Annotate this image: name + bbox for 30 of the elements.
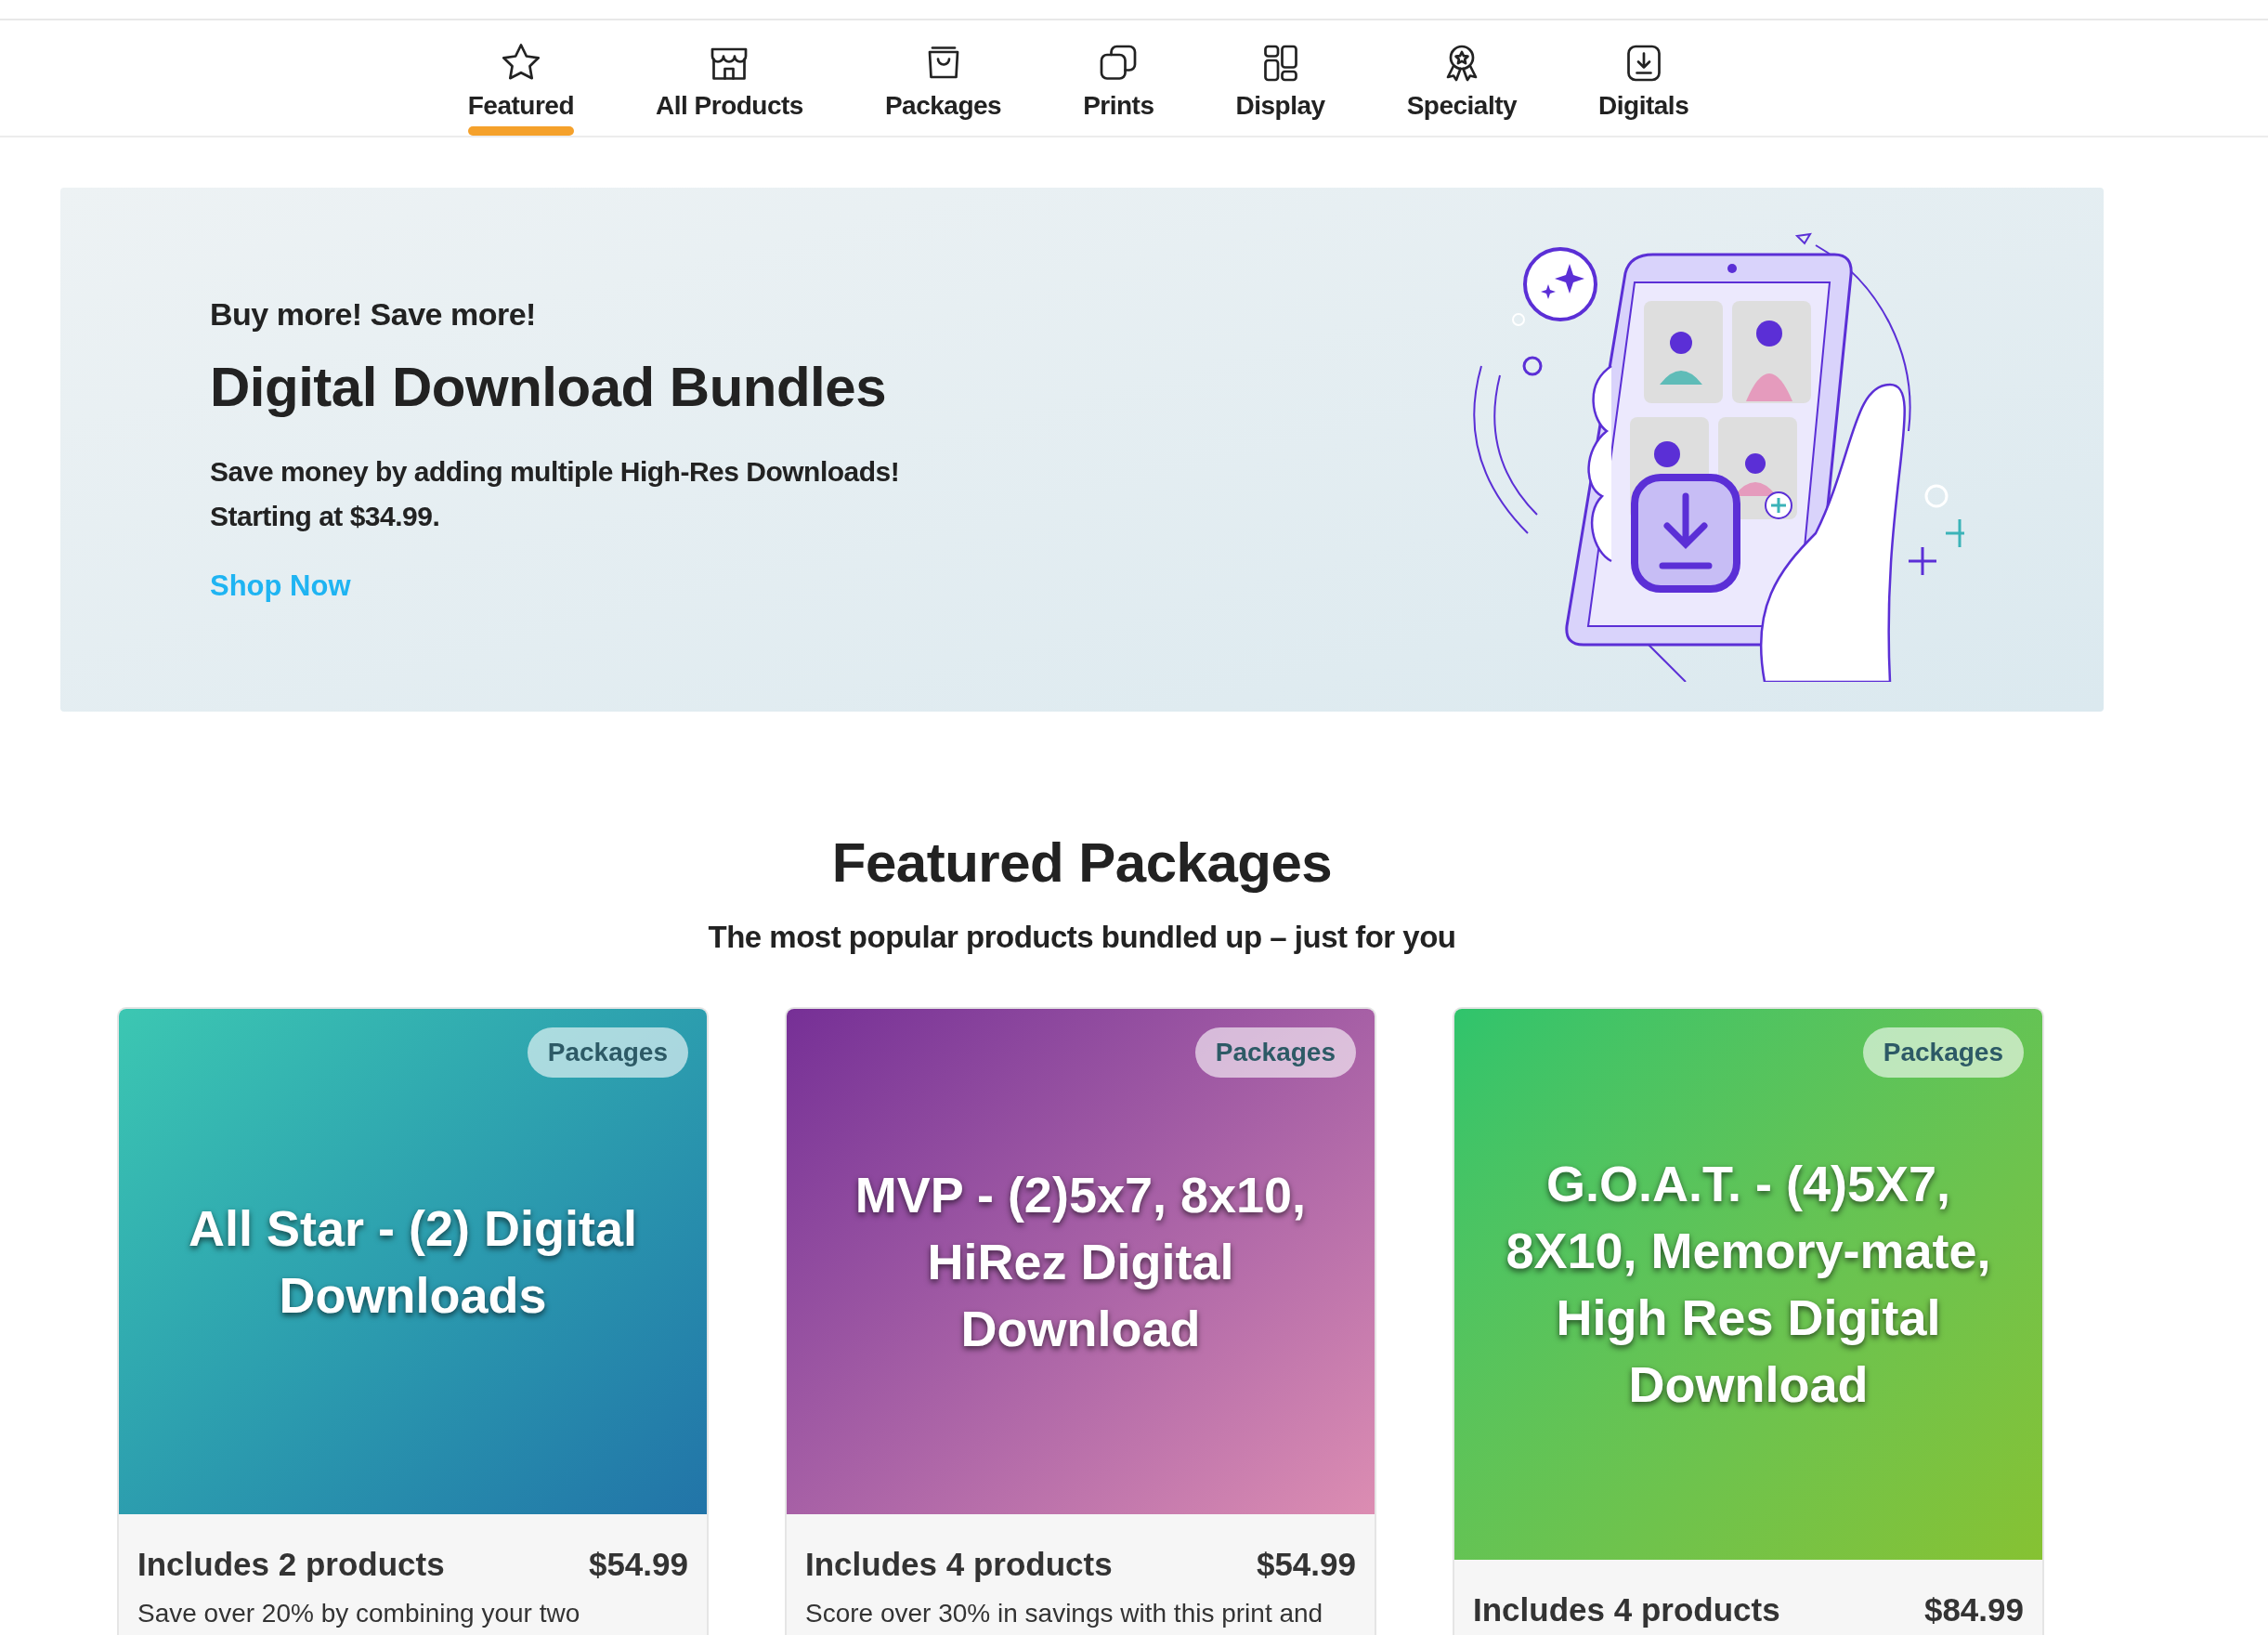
nav-tab[interactable]: Display [1232,41,1329,136]
section-subtitle: The most popular products bundled up – just for you [707,919,1457,956]
price-label: $54.99 [1256,1544,1356,1584]
category-badge: Packages [1194,1027,1356,1078]
price-label: $54.99 [588,1544,688,1584]
package-card[interactable]: Packages All Star - (2) Digital Downloads Includes 2 products $54.99 Save over 20% by combining your two [117,1006,709,1635]
nav-tab[interactable]: Digitals [1595,41,1693,136]
price-label: $84.99 [1923,1589,2024,1629]
banner-text: Starting at $34.99. [210,500,441,534]
banner-text: Save money by adding multiple High-Res Downloads! [210,455,900,490]
nav-tab[interactable]: Featured [463,41,578,136]
nav-tab[interactable]: Packages [880,41,1006,136]
includes-label: Includes 2 products [137,1544,445,1584]
card-description: Score over 30% in savings with this print and [805,1598,1324,1629]
card-title: MVP - (2)5x7, 8x10, HiRez Digital Download [854,1165,1308,1358]
category-badge: Packages [1862,1027,2024,1078]
includes-label: Includes 4 products [805,1544,1113,1584]
card-title: All Star - (2) Digital Downloads [187,1198,638,1325]
nav-tab[interactable]: Specialty [1402,41,1521,136]
package-card[interactable]: Packages MVP - (2)5x7, 8x10, HiRez Digital Download Includes 4 products $54.99 Score over 30% in savings with this print and [785,1006,1376,1635]
banner-title: Digital Download Bundles [210,355,887,421]
nav-tab[interactable]: All Products [652,41,807,136]
section-title: Featured Packages [830,831,1334,896]
category-badge: Packages [527,1027,688,1078]
card-title: G.O.A.T. - (4)5X7, 8X10, Memory-mate, High Res Digital Download [1505,1155,1992,1414]
includes-label: Includes 4 products [1473,1589,1780,1629]
package-card[interactable]: Packages G.O.A.T. - (4)5X7, 8X10, Memory-mate, High Res Digital Download Includes 4 products $84.99 [1453,1006,2044,1635]
nav-tab[interactable]: Prints [1079,41,1158,136]
card-description: Save over 20% by combining your two [137,1598,581,1629]
banner-eyebrow: Buy more! Save more! [210,295,537,334]
